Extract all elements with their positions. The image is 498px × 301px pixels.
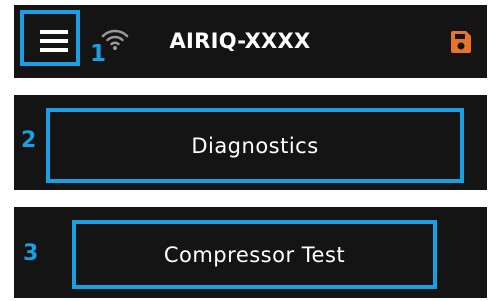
step-number-3: 3 xyxy=(23,241,39,266)
app-title: AIRIQ-XXXX xyxy=(169,29,311,53)
compressor-test-label: Compressor Test xyxy=(163,242,346,267)
save-icon[interactable] xyxy=(450,30,472,54)
compressor-test-button[interactable]: Compressor Test xyxy=(72,220,437,289)
diagnostics-button[interactable]: Diagnostics xyxy=(46,108,464,183)
hamburger-icon xyxy=(40,30,68,52)
compressor-panel: 3 Compressor Test xyxy=(14,207,487,298)
diagnostics-panel: 2 Diagnostics xyxy=(14,95,487,190)
diagnostics-label: Diagnostics xyxy=(191,133,319,158)
menu-button[interactable] xyxy=(20,10,80,66)
wifi-icon xyxy=(101,29,129,50)
step-number-2: 2 xyxy=(21,128,37,153)
app-header: 1 AIRIQ-XXXX xyxy=(14,5,487,78)
